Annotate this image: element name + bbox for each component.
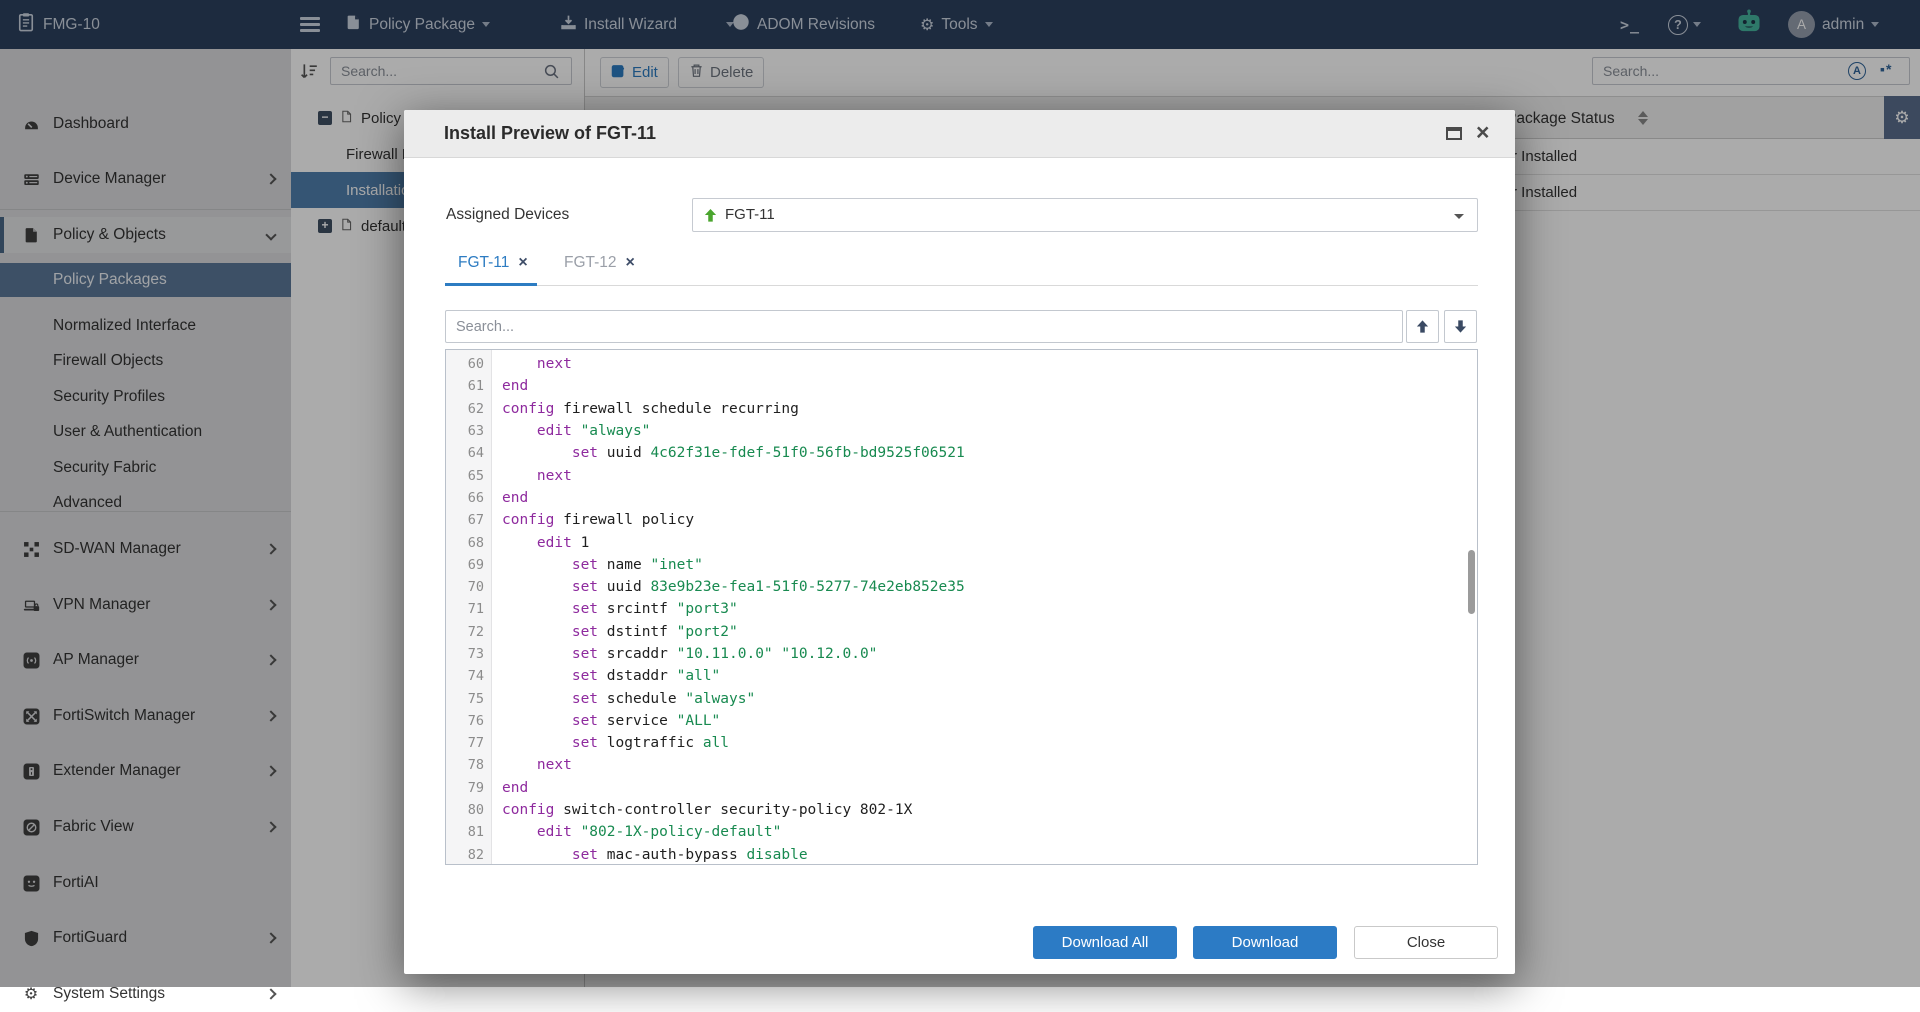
tab-fgt-12[interactable]: FGT-12 × bbox=[564, 254, 635, 272]
tab-label: FGT-11 bbox=[458, 254, 510, 271]
code-line: 65 next bbox=[446, 464, 1477, 486]
code-line: 69 set name "inet" bbox=[446, 554, 1477, 576]
line-number: 67 bbox=[467, 512, 484, 529]
line-number: 70 bbox=[467, 579, 484, 596]
dropdown-value: FGT-11 bbox=[725, 206, 775, 223]
tab-close-icon[interactable]: × bbox=[626, 254, 635, 272]
line-number: 82 bbox=[467, 846, 484, 863]
download-button[interactable]: Download bbox=[1193, 926, 1337, 959]
gear-icon: ⚙ bbox=[23, 986, 39, 1003]
line-number: 65 bbox=[467, 467, 484, 484]
line-number: 80 bbox=[467, 802, 484, 819]
code-line: 74 set dstaddr "all" bbox=[446, 665, 1477, 687]
line-number: 71 bbox=[467, 601, 484, 618]
line-number: 73 bbox=[467, 646, 484, 662]
code-line: 75 set schedule "always" bbox=[446, 687, 1477, 709]
code-line: 67 config firewall policy bbox=[446, 509, 1477, 531]
line-number: 68 bbox=[467, 534, 484, 551]
tab-close-icon[interactable]: × bbox=[518, 254, 527, 272]
code-line: 78 next bbox=[446, 754, 1477, 776]
code-line: 60 next bbox=[446, 353, 1477, 375]
code-line: 73 set srcaddr "10.11.0.0" "10.12.0.0" bbox=[446, 643, 1477, 665]
line-number: 64 bbox=[467, 445, 484, 462]
code-lines: 60 next 61 end 62 config firewall schedule r… bbox=[446, 353, 1477, 864]
line-number: 60 bbox=[467, 356, 484, 373]
line-number: 79 bbox=[467, 779, 484, 796]
code-line: 63 edit "always" bbox=[446, 420, 1477, 442]
code-line: 76 set service "ALL" bbox=[446, 710, 1477, 732]
code-line: 70 set uuid 83e9b23e-fea1-51f0-5277-74e2… bbox=[446, 576, 1477, 598]
chevron-right-icon bbox=[265, 988, 277, 1000]
code-line: 66 end bbox=[446, 487, 1477, 509]
chevron-down-icon bbox=[1454, 214, 1464, 219]
line-number: 69 bbox=[467, 556, 484, 573]
maximize-icon[interactable] bbox=[1446, 127, 1462, 140]
code-line: 79 end bbox=[446, 777, 1477, 799]
code-line: 62 config firewall schedule recurring bbox=[446, 398, 1477, 420]
config-search-input[interactable] bbox=[445, 310, 1403, 343]
tab-fgt-11[interactable]: FGT-11 × bbox=[458, 254, 528, 272]
line-number: 61 bbox=[467, 378, 484, 395]
line-number: 76 bbox=[467, 712, 484, 729]
install-preview-modal: Install Preview of FGT-11 × Assigned Dev… bbox=[404, 110, 1515, 974]
line-number: 63 bbox=[467, 423, 484, 440]
search-previous-button[interactable] bbox=[1406, 310, 1439, 343]
config-preview: 60 next 61 end 62 config firewall schedule r… bbox=[445, 349, 1478, 865]
search-next-button[interactable] bbox=[1444, 310, 1477, 343]
code-line: 82 set mac-auth-bypass disable bbox=[446, 844, 1477, 864]
device-up-icon bbox=[703, 208, 718, 228]
assigned-devices-dropdown[interactable]: FGT-11 bbox=[692, 198, 1478, 232]
assigned-devices-label: Assigned Devices bbox=[446, 206, 570, 223]
line-number: 81 bbox=[467, 824, 484, 841]
sidebar-item-label: System Settings bbox=[53, 985, 165, 1002]
download-all-button[interactable]: Download All bbox=[1033, 926, 1177, 959]
code-line: 72 set dstintf "port2" bbox=[446, 621, 1477, 643]
code-line: 71 set srcintf "port3" bbox=[446, 598, 1477, 620]
line-number: 66 bbox=[467, 489, 484, 506]
tab-label: FGT-12 bbox=[564, 254, 617, 271]
code-line: 80 config switch-controller security-poli… bbox=[446, 799, 1477, 821]
line-number: 62 bbox=[467, 400, 484, 417]
active-tab-underline bbox=[445, 283, 537, 286]
close-button[interactable]: Close bbox=[1354, 926, 1498, 959]
close-icon[interactable]: × bbox=[1476, 119, 1489, 146]
modal-header: Install Preview of FGT-11 × bbox=[404, 110, 1515, 158]
line-number: 74 bbox=[467, 668, 484, 685]
line-number: 78 bbox=[467, 757, 484, 774]
code-line: 77 set logtraffic all bbox=[446, 732, 1477, 754]
code-line: 68 edit 1 bbox=[446, 531, 1477, 553]
code-line: 81 edit "802-1X-policy-default" bbox=[446, 821, 1477, 843]
line-number: 72 bbox=[467, 623, 484, 640]
code-line: 61 end bbox=[446, 375, 1477, 397]
scrollbar-thumb[interactable] bbox=[1468, 550, 1475, 614]
line-number: 75 bbox=[467, 690, 484, 707]
device-tabs: FGT-11 × FGT-12 × bbox=[445, 245, 1478, 286]
modal-title: Install Preview of FGT-11 bbox=[444, 123, 657, 143]
code-line: 64 set uuid 4c62f31e-fdef-51f0-56fb-bd95… bbox=[446, 442, 1477, 464]
line-number: 77 bbox=[467, 735, 484, 752]
